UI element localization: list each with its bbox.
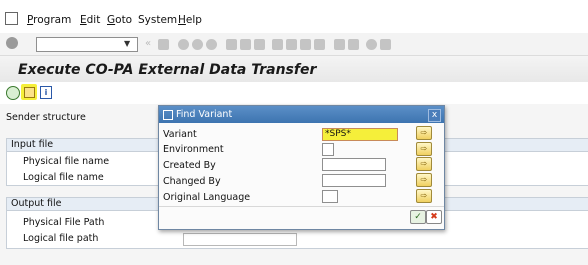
application-toolbar: i [0, 82, 588, 104]
info-icon[interactable]: i [40, 86, 52, 99]
original-language-input[interactable] [322, 190, 338, 203]
cancel-icon[interactable] [206, 39, 217, 50]
execute-icon[interactable] [6, 86, 20, 100]
save-icon[interactable] [158, 39, 169, 50]
last-page-icon[interactable] [314, 39, 325, 50]
new-session-icon[interactable] [334, 39, 345, 50]
changed-by-input[interactable] [322, 174, 386, 187]
original-language-multiple-selection-button[interactable]: ⇨ [416, 189, 432, 203]
logical-file-path-label: Logical file path [23, 233, 99, 244]
menu-goto[interactable]: Goto [107, 14, 132, 26]
menu-exit-icon[interactable] [5, 12, 18, 25]
menu-system[interactable]: System [138, 14, 177, 26]
get-variant-icon[interactable] [21, 84, 37, 100]
close-icon[interactable]: x [428, 109, 441, 122]
original-language-label: Original Language [163, 192, 251, 203]
environment-input[interactable] [322, 143, 334, 156]
find-icon[interactable] [240, 39, 251, 50]
environment-multiple-selection-button[interactable]: ⇨ [416, 142, 432, 156]
created-by-label: Created By [163, 160, 216, 171]
execute-icon[interactable]: ✓ [410, 210, 426, 224]
environment-label: Environment [163, 144, 224, 155]
screen-title-bar: Execute CO-PA External Data Transfer [0, 56, 588, 83]
shortcut-icon[interactable] [348, 39, 359, 50]
command-dropdown-icon[interactable]: ▼ [124, 39, 130, 48]
standard-toolbar: ▼ « [0, 33, 588, 56]
input-file-title: Input file [11, 139, 54, 150]
enter-check-icon[interactable] [6, 37, 18, 49]
dialog-title: Find Variant [176, 109, 233, 120]
first-page-icon[interactable] [272, 39, 283, 50]
physical-file-name-label: Physical file name [23, 156, 110, 167]
menu-program[interactable]: Program [27, 14, 71, 26]
find-next-icon[interactable] [254, 39, 265, 50]
menu-help[interactable]: Help [178, 14, 202, 26]
created-by-multiple-selection-button[interactable]: ⇨ [416, 157, 432, 171]
variant-multiple-selection-button[interactable]: ⇨ [416, 126, 432, 140]
history-back-icon[interactable]: « [145, 38, 151, 49]
next-page-icon[interactable] [300, 39, 311, 50]
exit-icon[interactable] [192, 39, 203, 50]
find-variant-dialog: Find Variant x Variant *SPS* Environment… [158, 105, 445, 230]
previous-page-icon[interactable] [286, 39, 297, 50]
logical-file-path-field[interactable] [183, 233, 297, 246]
cancel-icon[interactable]: ✖ [426, 210, 442, 224]
logical-file-name-label: Logical file name [23, 172, 104, 183]
dialog-window-icon [163, 110, 173, 120]
command-field[interactable] [36, 37, 138, 52]
print-icon[interactable] [226, 39, 237, 50]
changed-by-label: Changed By [163, 176, 221, 187]
back-icon[interactable] [178, 39, 189, 50]
created-by-input[interactable] [322, 158, 386, 171]
variant-label: Variant [163, 129, 197, 140]
menu-bar: Program Edit Goto System Help [0, 0, 588, 34]
menu-edit[interactable]: Edit [80, 14, 100, 26]
sender-structure-label: Sender structure [6, 112, 86, 123]
changed-by-multiple-selection-button[interactable]: ⇨ [416, 173, 432, 187]
help-icon[interactable] [366, 39, 377, 50]
page-title: Execute CO-PA External Data Transfer [18, 62, 317, 78]
layout-icon[interactable] [380, 39, 391, 50]
dialog-footer-separator [159, 206, 444, 207]
variant-input[interactable]: *SPS* [322, 128, 398, 141]
physical-file-path-label: Physical File Path [23, 217, 105, 228]
output-file-title: Output file [11, 198, 62, 209]
dialog-title-bar: Find Variant x [159, 106, 444, 123]
